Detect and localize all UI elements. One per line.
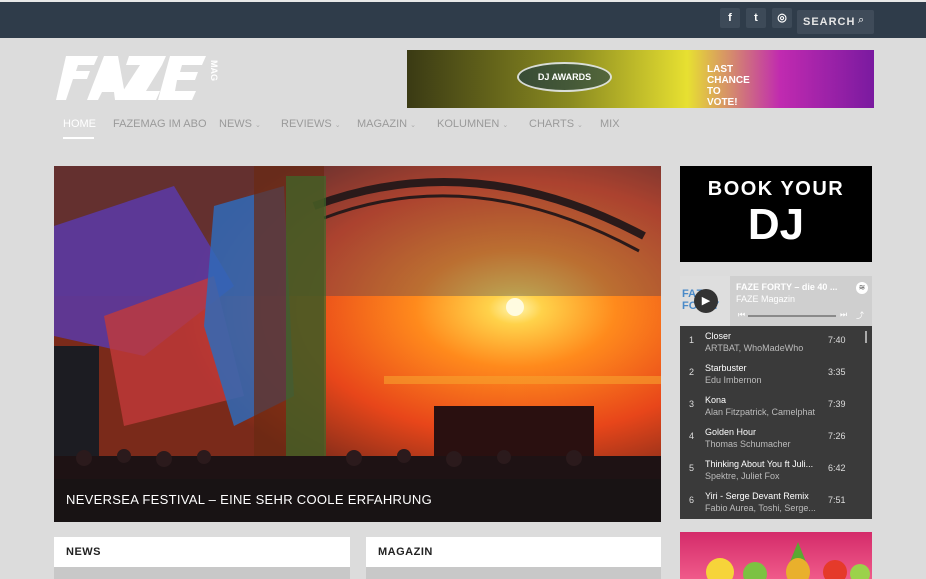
track-artist: Edu Imbernon bbox=[705, 375, 762, 385]
track-number: 2 bbox=[689, 367, 695, 377]
top-bar: f t ◎ ⌕ bbox=[0, 0, 926, 38]
festival-scene bbox=[54, 166, 661, 522]
track-title: Yiri - Serge Devant Remix bbox=[705, 491, 809, 501]
faze-logo-graphic: MAG bbox=[56, 56, 219, 100]
chevron-down-icon: ⌄ bbox=[334, 122, 341, 129]
book-dj-line1: BOOK YOUR bbox=[707, 178, 845, 200]
hero-image[interactable] bbox=[54, 166, 661, 522]
next-icon[interactable]: ⏭ bbox=[840, 310, 847, 320]
facebook-icon[interactable]: f bbox=[720, 8, 740, 28]
hero-caption-text[interactable]: NEVERSEA FESTIVAL – EINE SEHR COOLE ERFA… bbox=[66, 492, 432, 507]
track-artist: Fabio Aurea, Toshi, Serge... bbox=[705, 503, 816, 513]
twitter-icon[interactable]: t bbox=[746, 8, 766, 28]
track-title: Kona bbox=[705, 395, 727, 405]
instagram-icon[interactable]: ◎ bbox=[772, 8, 792, 28]
track-row[interactable]: 2 Starbuster Edu Imbernon 3:35 bbox=[680, 360, 872, 392]
track-title: Closer bbox=[705, 331, 732, 341]
magazin-heading[interactable]: MAGAZIN bbox=[378, 546, 433, 558]
playlist-player: FAZE FORTY ▶ FAZE FORTY – die 40 ... FAZ… bbox=[680, 276, 872, 519]
logo-sub-text: MAG bbox=[209, 60, 219, 81]
share-icon[interactable]: ⤴ bbox=[856, 310, 864, 321]
track-number: 4 bbox=[689, 431, 695, 441]
nav-item-reviews[interactable]: REVIEWS ⌄ bbox=[281, 118, 341, 130]
book-your-dj-banner[interactable]: BOOK YOUR DJ bbox=[680, 166, 872, 262]
chevron-down-icon: ⌄ bbox=[410, 122, 416, 129]
nav-item-home[interactable]: HOME bbox=[63, 118, 96, 130]
nav-item-news[interactable]: NEWS ⌄ bbox=[219, 118, 261, 130]
track-artist: ARTBAT, WhoMadeWho bbox=[705, 343, 804, 353]
site-logo[interactable]: MAG bbox=[56, 54, 226, 104]
track-number: 6 bbox=[689, 495, 695, 505]
last-chance-text: LAST CHANCE TO VOTE! bbox=[707, 64, 750, 108]
track-artist: Spektre, Juliet Fox bbox=[705, 471, 780, 481]
playlist-title[interactable]: FAZE FORTY – die 40 ... bbox=[736, 282, 837, 292]
nav-item-kolumnen[interactable]: KOLUMNEN ⌄ bbox=[437, 118, 508, 130]
dj-awards-logo: DJ AWARDS bbox=[517, 62, 612, 92]
nav-item-magazin[interactable]: MAGAZIN ⌄ bbox=[357, 118, 416, 130]
magazin-section: MAGAZIN bbox=[366, 537, 661, 579]
track-row[interactable]: 3 Kona Alan Fitzpatrick, Camelphat 7:39 bbox=[680, 392, 872, 424]
track-number: 1 bbox=[689, 335, 695, 345]
track-row[interactable]: 6 Yiri - Serge Devant Remix Fabio Aurea,… bbox=[680, 488, 872, 519]
track-title: Starbuster bbox=[705, 363, 747, 373]
nav-item-charts[interactable]: CHARTS ⌄ bbox=[529, 118, 583, 130]
chevron-down-icon: ⌄ bbox=[577, 122, 583, 129]
track-duration: 7:40 bbox=[828, 335, 846, 345]
search-icon[interactable]: ⌕ bbox=[858, 14, 864, 27]
track-title: Golden Hour bbox=[705, 427, 757, 437]
track-row[interactable]: 5 Thinking About You ft Juli... Spektre,… bbox=[680, 456, 872, 488]
progress-bar[interactable] bbox=[748, 315, 836, 317]
news-thumbnail[interactable] bbox=[54, 567, 350, 579]
track-duration: 7:51 bbox=[828, 495, 846, 505]
nav-item-mix[interactable]: MIX bbox=[600, 118, 620, 130]
search-box: ⌕ bbox=[797, 10, 874, 34]
nav-active-indicator bbox=[63, 137, 94, 139]
track-duration: 3:35 bbox=[828, 367, 846, 377]
track-duration: 6:42 bbox=[828, 463, 846, 473]
track-duration: 7:39 bbox=[828, 399, 846, 409]
hero-caption-bar[interactable]: NEVERSEA FESTIVAL – EINE SEHR COOLE ERFA… bbox=[54, 479, 661, 522]
promo-fruit-graphic bbox=[706, 542, 870, 579]
track-number: 3 bbox=[689, 399, 695, 409]
track-artist: Thomas Schumacher bbox=[705, 439, 791, 449]
nav-item-fazemag-im-abo[interactable]: FAZEMAG IM ABO bbox=[113, 118, 207, 130]
chevron-down-icon: ⌄ bbox=[255, 122, 261, 129]
search-input[interactable] bbox=[803, 14, 859, 30]
player-header: FAZE FORTY ▶ FAZE FORTY – die 40 ... FAZ… bbox=[680, 276, 872, 326]
play-button[interactable]: ▶ bbox=[694, 289, 718, 313]
ad-banner[interactable]: DJ AWARDS LAST CHANCE TO VOTE! bbox=[407, 50, 874, 108]
previous-icon[interactable]: ⏮ bbox=[738, 310, 745, 320]
news-heading[interactable]: NEWS bbox=[66, 546, 101, 558]
spotify-icon[interactable]: ≋ bbox=[856, 282, 868, 294]
track-number: 5 bbox=[689, 463, 695, 473]
track-row[interactable]: 4 Golden Hour Thomas Schumacher 7:26 bbox=[680, 424, 872, 456]
track-row[interactable]: 1 Closer ARTBAT, WhoMadeWho 7:40 bbox=[680, 328, 872, 360]
track-artist: Alan Fitzpatrick, Camelphat bbox=[705, 407, 816, 417]
book-dj-line2: DJ bbox=[747, 200, 805, 249]
track-title: Thinking About You ft Juli... bbox=[705, 459, 814, 469]
playlist-subtitle[interactable]: FAZE Magazin bbox=[736, 294, 795, 304]
track-duration: 7:26 bbox=[828, 431, 846, 441]
news-section: NEWS bbox=[54, 537, 350, 579]
magazin-thumbnail[interactable] bbox=[366, 567, 661, 579]
chevron-down-icon: ⌄ bbox=[502, 122, 509, 129]
promo-ad[interactable] bbox=[680, 532, 872, 579]
main-nav: HOME FAZEMAG IM ABO NEWS ⌄ REVIEWS ⌄ MAGAZ… bbox=[56, 118, 656, 142]
